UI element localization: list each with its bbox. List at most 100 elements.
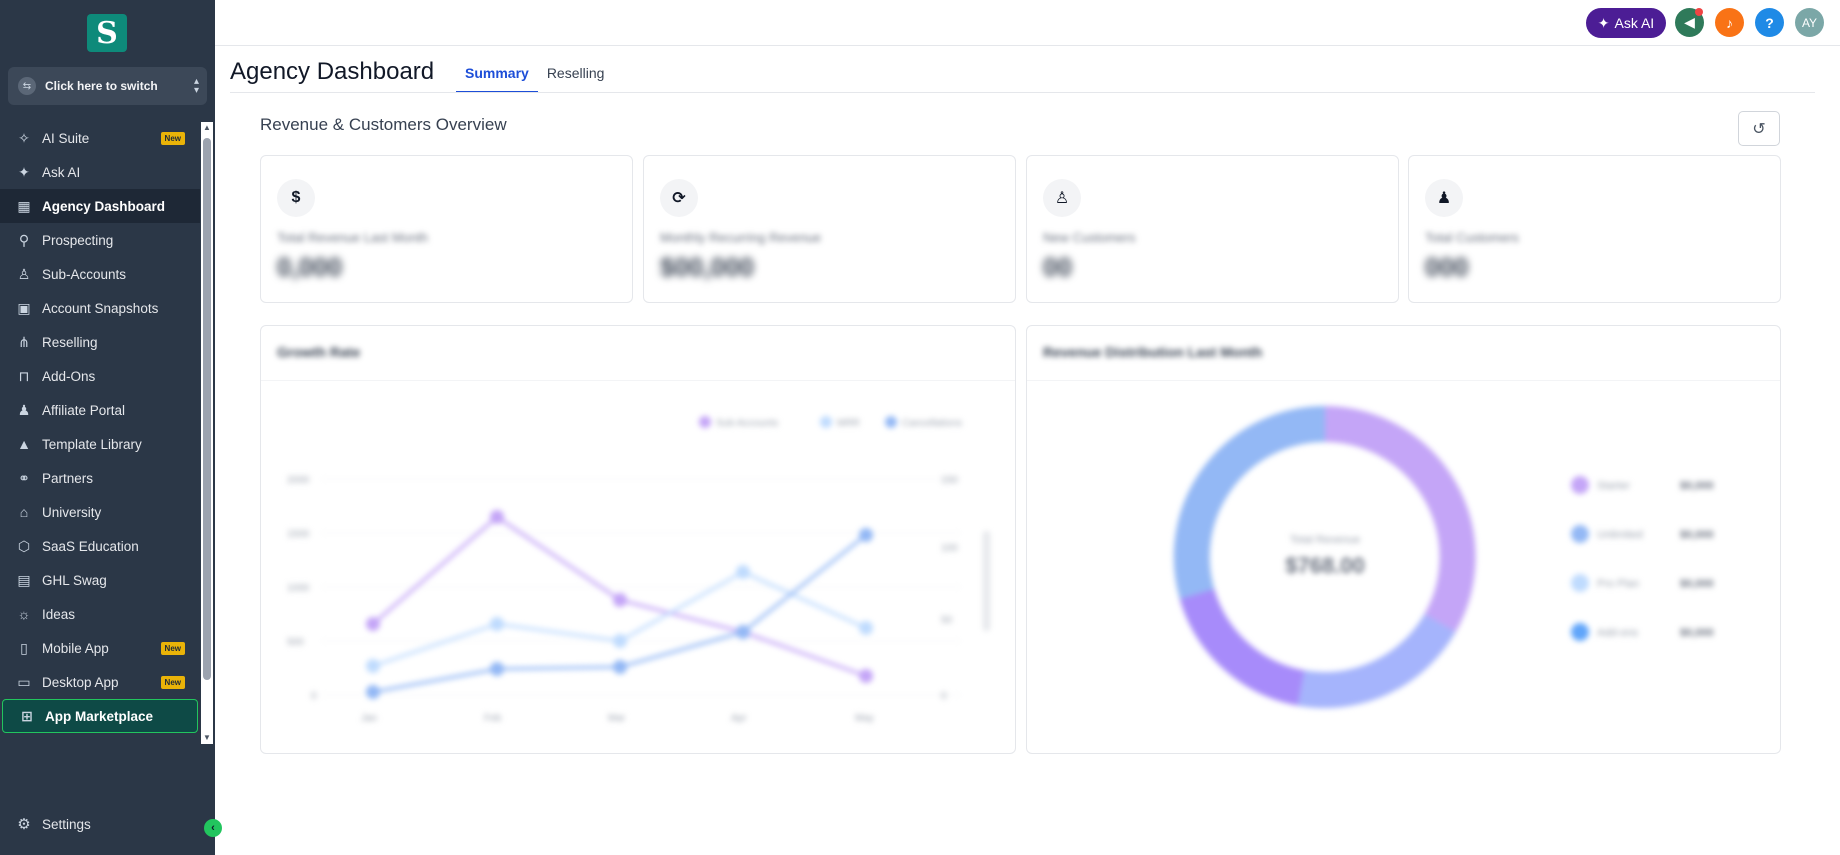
sidebar-item-label: Affiliate Portal — [42, 402, 126, 418]
scroll-up-icon[interactable]: ▲ — [203, 123, 211, 132]
sidebar-item-partners[interactable]: ⚭ Partners — [0, 461, 200, 495]
sidebar-item-agency-dashboard[interactable]: ▦ Agency Dashboard — [0, 189, 200, 223]
sidebar-item-label: Agency Dashboard — [42, 198, 166, 214]
sidebar-item-label: Settings — [42, 816, 91, 832]
stat-value: 00 — [1043, 252, 1072, 282]
tab-summary[interactable]: Summary — [456, 58, 538, 93]
refresh-icon: ↺ — [1752, 120, 1766, 138]
chevron-left-icon: ‹ — [211, 822, 215, 834]
sidebar-item-saas-education[interactable]: ⬡ SaaS Education — [0, 529, 200, 563]
legend-value: $0,000 — [1680, 529, 1714, 541]
donut-center-label: Total Revenue — [1290, 534, 1360, 546]
sidebar-item-ghl-swag[interactable]: ▤ GHL Swag — [0, 563, 200, 597]
page-tabs: Summary Reselling — [456, 58, 613, 93]
legend-label: Add-ons — [1597, 627, 1638, 639]
series-point — [366, 685, 380, 699]
donut-slice — [1297, 613, 1456, 709]
mobile-icon: ▯ — [20, 639, 28, 656]
chevron-updown-icon: ▴ ▾ — [193, 76, 199, 96]
legend-label: Starter — [1597, 480, 1630, 492]
sidebar-item-mobile-app[interactable]: ▯ Mobile App New — [0, 631, 200, 665]
series-point — [859, 621, 873, 635]
account-switcher[interactable]: ⇆ Click here to switch ▴ ▾ — [8, 67, 207, 105]
user-icon: ♙ — [17, 265, 31, 282]
refresh-cycle-icon: ⟳ — [660, 179, 698, 217]
sidebar-item-university[interactable]: ⌂ University — [0, 495, 200, 529]
announcements-button[interactable]: ◀ — [1675, 8, 1704, 37]
legend-swatch — [699, 416, 711, 428]
sidebar-item-add-ons[interactable]: ⊓ Add-Ons — [0, 359, 200, 393]
avatar[interactable]: AY — [1795, 8, 1824, 37]
graduation-cap-icon: ⌂ — [19, 504, 29, 520]
help-button[interactable]: ? — [1755, 8, 1784, 37]
user-search-icon: ⚲ — [18, 231, 30, 248]
chart-legend: Sub-Accounts MRR Cancellations — [699, 416, 962, 429]
growth-line-chart: Sub-Accounts MRR Cancellations 2000 1500… — [287, 416, 990, 724]
sidebar-item-app-marketplace[interactable]: ⊞ App Marketplace — [2, 699, 198, 733]
notification-dot — [1695, 8, 1703, 16]
series-point — [490, 617, 504, 631]
sidebar-item-label: Desktop App — [42, 674, 119, 690]
revenue-distribution-panel: Revenue Distribution Last Month Total Re… — [1026, 325, 1781, 754]
cubes-icon: ⬡ — [17, 537, 31, 554]
series-point — [736, 625, 750, 639]
network-icon: ⋔ — [18, 333, 30, 350]
refresh-button[interactable]: ↺ — [1738, 111, 1780, 146]
users-icon: ♟ — [17, 401, 31, 418]
switch-icon: ⇆ — [18, 77, 36, 95]
x-tick-label: Feb — [484, 713, 502, 724]
x-tick-label: Jan — [361, 713, 377, 724]
sidebar-item-affiliate-portal[interactable]: ♟ Affiliate Portal — [0, 393, 200, 427]
top-bar: ✦ Ask AI ◀ ♪ ? AY — [215, 0, 1840, 46]
stat-value: $00,000 — [660, 252, 754, 282]
scroll-down-icon[interactable]: ▼ — [203, 733, 211, 742]
ask-ai-button[interactable]: ✦ Ask AI — [1586, 8, 1666, 38]
legend-label: Cancellations — [902, 418, 962, 429]
legend-label: MRR — [837, 418, 860, 429]
new-badge: New — [160, 132, 185, 145]
y2-tick-label: 150 — [941, 475, 958, 486]
dashboard-icon: ▦ — [17, 197, 31, 214]
header-divider — [230, 92, 1815, 93]
sidebar-item-template-library[interactable]: ▲ Template Library — [0, 427, 200, 461]
stat-value: 0,000 — [277, 252, 343, 282]
sparkle-icon: ✦ — [18, 163, 30, 180]
new-badge: New — [160, 642, 185, 655]
sidebar-item-label: Reselling — [42, 334, 98, 350]
sidebar-item-ai-suite[interactable]: ✧ AI Suite New — [0, 121, 200, 155]
sidebar-item-prospecting[interactable]: ⚲ Prospecting — [0, 223, 200, 257]
sidebar-item-ideas[interactable]: ☼ Ideas — [0, 597, 200, 631]
sidebar-item-desktop-app[interactable]: ▭ Desktop App New — [0, 665, 200, 699]
brand-logo[interactable]: S — [87, 14, 127, 52]
collapse-sidebar-button[interactable]: ‹ — [204, 819, 222, 837]
page-title: Agency Dashboard — [230, 58, 435, 85]
sidebar-item-label: Partners — [42, 470, 94, 486]
store-icon: ▤ — [17, 571, 31, 588]
series-line — [372, 570, 867, 668]
megaphone-icon: ◀ — [1684, 14, 1695, 30]
stat-label: Monthly Recurring Revenue — [660, 230, 822, 245]
sidebar-scroll-thumb[interactable] — [203, 138, 211, 680]
y-tick-label: 2000 — [287, 475, 310, 486]
legend-swatch — [820, 416, 832, 428]
sidebar-item-label: Ask AI — [42, 164, 81, 180]
shapes-icon: ▲ — [17, 436, 31, 452]
sidebar-item-sub-accounts[interactable]: ♙ Sub-Accounts — [0, 257, 200, 291]
grid-icon: ⊞ — [21, 707, 33, 724]
y-tick-label: 1500 — [287, 529, 310, 540]
series-point — [490, 662, 504, 676]
sidebar-item-settings[interactable]: ⚙ Settings — [15, 815, 91, 833]
sidebar-item-reselling[interactable]: ⋔ Reselling — [0, 325, 200, 359]
stat-value: 000 — [1425, 252, 1469, 282]
legend-label: Pro Plan — [1597, 578, 1639, 590]
notifications-button[interactable]: ♪ — [1715, 8, 1744, 37]
sidebar-item-label: Mobile App — [42, 640, 109, 656]
sidebar-item-account-snapshots[interactable]: ▣ Account Snapshots — [0, 291, 200, 325]
tab-reselling[interactable]: Reselling — [538, 58, 614, 93]
avatar-initials: AY — [1801, 15, 1818, 30]
y2-tick-label: 100 — [941, 543, 958, 554]
sparkle-icon: ✦ — [1597, 14, 1610, 31]
series-point — [859, 528, 873, 542]
sidebar-item-ask-ai[interactable]: ✦ Ask AI — [0, 155, 200, 189]
gear-icon: ⚙ — [17, 816, 31, 833]
